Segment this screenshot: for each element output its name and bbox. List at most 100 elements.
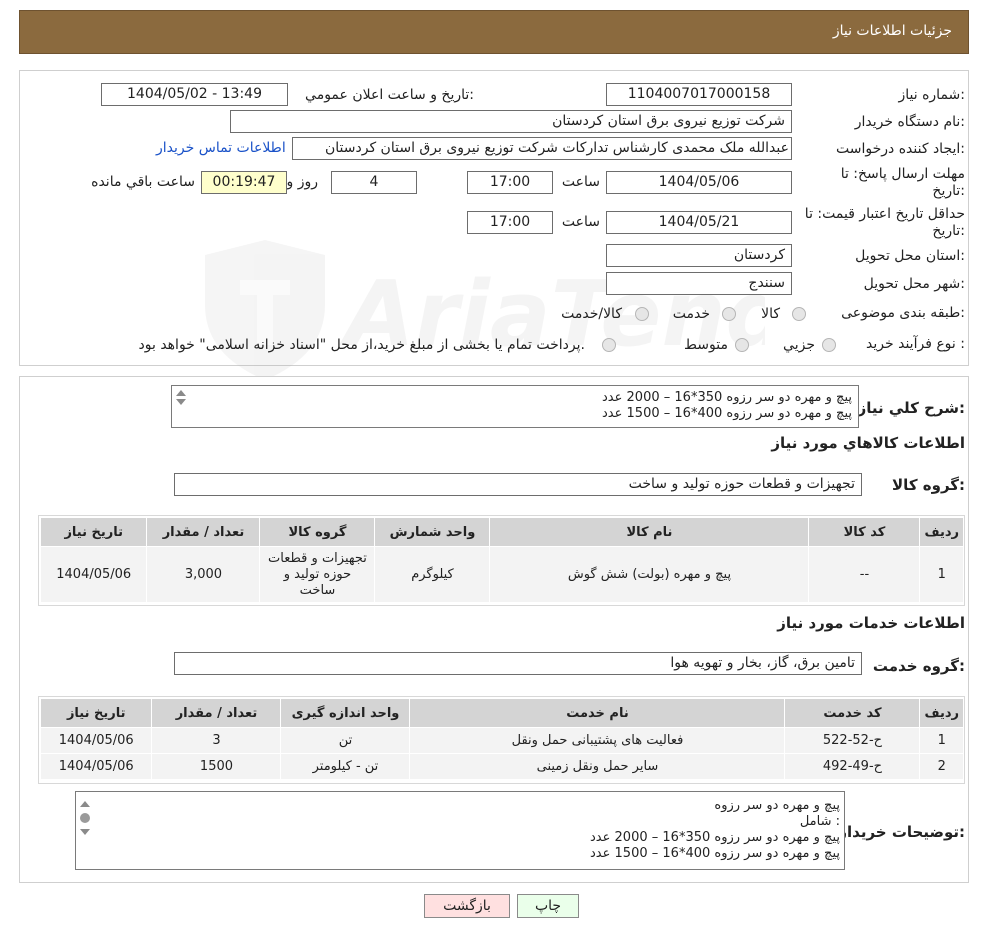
scroll-thumb[interactable] [80,813,90,823]
col-goods-group: گروه کالا [259,517,376,547]
process-medium-radio[interactable] [735,338,749,352]
validity-time-label: ساعت [561,214,600,230]
creator-label: ایجاد کننده درخواست: [836,141,965,157]
validity-label: حداقل تاریخ اعتبار قیمت: تا [804,206,965,222]
services-group-field[interactable]: تامین برق، گاز، بخار و تهویه هوا [174,652,862,675]
scroll-down-icon[interactable] [80,829,90,835]
deadline-time-field[interactable]: 17:00 [467,171,553,194]
cell-quantity: 3,000 [146,546,261,603]
scroll-down-icon[interactable] [176,399,186,405]
table-row: 1 ح-52-522 فعالیت های پشتیبانی حمل ونقل … [39,727,964,754]
city-label: شهر محل تحویل: [863,276,965,292]
summary-line: پیچ و مهره دو سر رزوه 350*16 – 2000 عدد [602,390,852,405]
cell-goods-group: تجهیزات و قطعات حوزه تولید و ساخت [259,546,376,603]
category-service-radio[interactable] [722,307,736,321]
category-goods-service-label: کالا/خدمت [561,306,622,322]
remaining-time-label: ساعت باقي مانده [91,174,195,190]
goods-group-label: گروه کالا: [892,476,965,494]
deadline-label-date: تاریخ: [932,183,965,199]
province-field[interactable]: کردستان [606,244,792,267]
cell-quantity: 3 [151,727,282,754]
goods-group-field[interactable]: تجهیزات و قطعات حوزه تولید و ساخت [174,473,862,496]
category-goods-service-radio[interactable] [635,307,649,321]
summary-label: شرح کلي نیاز: [857,399,965,417]
scroll-up-icon[interactable] [80,801,90,807]
deadline-date-field[interactable]: 1404/05/06 [606,171,792,194]
cell-service-name: سایر حمل ونقل زمینی [409,753,786,780]
col-service-name: نام خدمت [409,698,786,728]
need-number-field[interactable]: 1104007017000158 [606,83,792,106]
notes-scrollbar[interactable] [77,793,93,869]
col-quantity: تعداد / مقدار [151,698,282,728]
goods-table: ردیف کد کالا نام کالا واحد شمارش گروه کا… [39,517,964,603]
treasury-payment-note: پرداخت تمام یا بخشی از مبلغ خرید،از محل … [138,337,585,353]
process-type-label: نوع فرآیند خرید : [866,336,965,352]
col-need-date: تاریخ نیاز [39,517,148,547]
announce-datetime-field[interactable]: 1404/05/02 - 13:49 [101,83,288,106]
cell-service-code: ح-52-522 [784,727,921,754]
announce-datetime-label: تاریخ و ساعت اعلان عمومي: [305,87,474,103]
buyer-contact-link[interactable]: اطلاعات تماس خریدار [156,140,286,156]
cell-need-date: 1404/05/06 [39,727,153,754]
validity-time-field[interactable]: 17:00 [467,211,553,234]
cell-row: 1 [919,727,964,754]
notes-line: پیچ و مهره دو سر رزوه 350*16 – 2000 عدد [590,830,840,845]
page-title: جزئیات اطلاعات نیاز [832,23,952,39]
summary-textarea[interactable]: پیچ و مهره دو سر رزوه 350*16 – 2000 عدد … [171,385,859,428]
col-quantity: تعداد / مقدار [146,517,261,547]
notes-line: پیچ و مهره دو سر رزوه [714,798,840,813]
cell-need-date: 1404/05/06 [39,753,153,780]
creator-field[interactable]: عبدالله ملک محمدی کارشناس تدارکات شرکت ت… [292,137,792,160]
cell-quantity: 1500 [151,753,282,780]
col-row: ردیف [919,698,964,728]
category-service-label: خدمت [672,306,710,322]
treasury-checkbox-radio[interactable] [602,338,616,352]
cell-measure-unit: تن [280,727,411,754]
col-goods-name: نام کالا [489,517,810,547]
summary-line: پیچ و مهره دو سر رزوه 400*16 – 1500 عدد [602,406,852,421]
buyer-notes-label: توضیحات خریدار: [838,823,965,841]
col-measure-unit: واحد اندازه گیری [280,698,411,728]
summary-scrollbar[interactable] [173,387,189,427]
remaining-time-field: 00:19:47 [201,171,287,194]
process-medium-label: متوسط [684,337,728,353]
cell-goods-code: -- [808,546,921,603]
services-table: ردیف کد خدمت نام خدمت واحد اندازه گیری ت… [39,698,964,780]
city-field[interactable]: سنندج [606,272,792,295]
deadline-label: مهلت ارسال پاسخ: تا [840,166,965,182]
cell-service-code: ح-49-492 [784,753,921,780]
cell-goods-name: پیچ و مهره (بولت) شش گوش [489,546,810,603]
cell-need-date: 1404/05/06 [39,546,148,603]
buyer-notes-textarea[interactable]: پیچ و مهره دو سر رزوه شامل : پیچ و مهره … [75,791,845,870]
col-need-date: تاریخ نیاز [39,698,153,728]
cell-unit: کیلوگرم [374,546,491,603]
days-remaining-field[interactable]: 4 [331,171,417,194]
cell-service-name: فعالیت های پشتیبانی حمل ونقل [409,727,786,754]
col-goods-code: کد کالا [808,517,921,547]
need-number-label: شماره نیاز: [898,87,965,103]
buyer-org-label: نام دستگاه خریدار: [854,114,965,130]
validity-date-field[interactable]: 1404/05/21 [606,211,792,234]
goods-section-title: اطلاعات کالاهاي مورد نیاز [771,434,965,452]
col-row: ردیف [919,517,964,547]
cell-row: 2 [919,753,964,780]
buyer-org-field[interactable]: شرکت توزیع نیروی برق استان کردستان [230,110,792,133]
province-label: استان محل تحویل: [855,248,965,264]
process-minor-radio[interactable] [822,338,836,352]
page-header: جزئیات اطلاعات نیاز [19,10,969,54]
back-button[interactable]: بازگشت [424,894,510,918]
services-section-title: اطلاعات خدمات مورد نیاز [777,614,965,632]
category-label: طبقه بندی موضوعی: [841,305,965,321]
notes-line: شامل : [799,814,840,829]
services-group-label: گروه خدمت: [872,657,965,675]
days-label: روز و [286,174,319,190]
notes-line: پیچ و مهره دو سر رزوه 400*16 – 1500 عدد [590,846,840,861]
col-unit: واحد شمارش [374,517,491,547]
cell-measure-unit: تن - کیلومتر [280,753,411,780]
table-row: 1 -- پیچ و مهره (بولت) شش گوش کیلوگرم تج… [39,546,964,603]
deadline-time-label: ساعت [561,174,600,190]
scroll-up-icon[interactable] [176,390,186,396]
print-button[interactable]: چاپ [517,894,579,918]
category-goods-radio[interactable] [792,307,806,321]
category-goods-label: کالا [761,306,780,322]
